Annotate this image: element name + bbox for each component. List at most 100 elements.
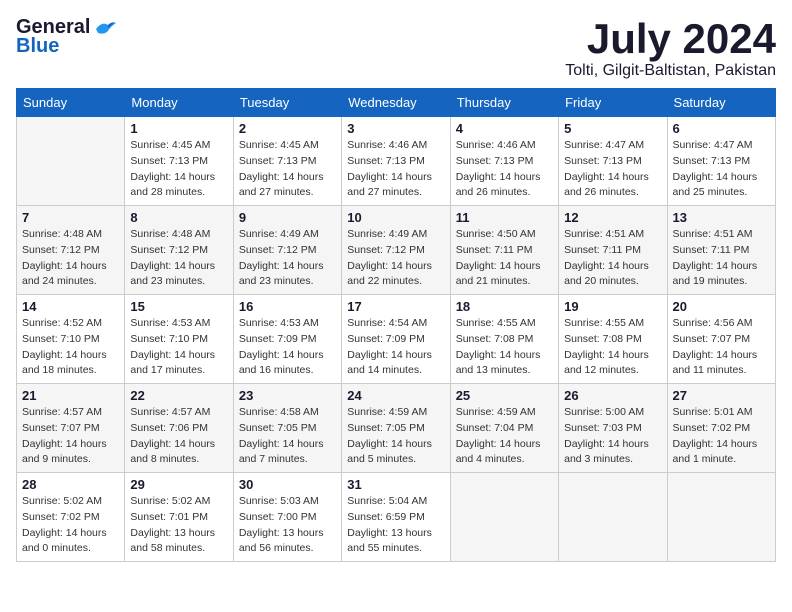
header-saturday: Saturday [667, 89, 775, 117]
day-number: 14 [22, 299, 119, 314]
header: General Blue July 2024 Tolti, Gilgit-Bal… [16, 16, 776, 80]
day-info: Sunrise: 4:59 AMSunset: 7:04 PMDaylight:… [456, 405, 553, 468]
calendar-cell: 5Sunrise: 4:47 AMSunset: 7:13 PMDaylight… [559, 117, 667, 206]
calendar-cell: 11Sunrise: 4:50 AMSunset: 7:11 PMDayligh… [450, 206, 558, 295]
day-number: 30 [239, 477, 336, 492]
header-wednesday: Wednesday [342, 89, 450, 117]
calendar-week-row: 1 Sunrise: 4:45 AMSunset: 7:13 PMDaylight… [17, 117, 776, 206]
day-number: 27 [673, 388, 770, 403]
day-info: Sunrise: 4:53 AMSunset: 7:09 PMDaylight:… [239, 316, 336, 379]
day-number: 20 [673, 299, 770, 314]
day-number: 2 [239, 121, 336, 136]
day-number: 6 [673, 121, 770, 136]
day-info: Sunrise: 4:45 AMSunset: 7:13 PMDaylight:… [130, 138, 227, 201]
day-number: 3 [347, 121, 444, 136]
header-monday: Monday [125, 89, 233, 117]
calendar-cell: 3 Sunrise: 4:46 AMSunset: 7:13 PMDaylight… [342, 117, 450, 206]
day-number: 5 [564, 121, 661, 136]
logo-bird-icon [94, 19, 116, 37]
calendar-cell: 20 Sunrise: 4:56 AMSunset: 7:07 PMDayligh… [667, 295, 775, 384]
day-number: 18 [456, 299, 553, 314]
day-info: Sunrise: 4:56 AMSunset: 7:07 PMDaylight:… [673, 316, 770, 379]
day-info: Sunrise: 5:01 AMSunset: 7:02 PMDaylight:… [673, 405, 770, 468]
location: Tolti, Gilgit-Baltistan, Pakistan [565, 62, 776, 80]
calendar-cell: 31 Sunrise: 5:04 AMSunset: 6:59 PMDayligh… [342, 473, 450, 562]
calendar-table: Sunday Monday Tuesday Wednesday Thursday… [16, 88, 776, 562]
calendar-week-row: 7Sunrise: 4:48 AMSunset: 7:12 PMDaylight… [17, 206, 776, 295]
weekday-header-row: Sunday Monday Tuesday Wednesday Thursday… [17, 89, 776, 117]
day-number: 31 [347, 477, 444, 492]
day-number: 15 [130, 299, 227, 314]
day-info: Sunrise: 4:54 AMSunset: 7:09 PMDaylight:… [347, 316, 444, 379]
header-tuesday: Tuesday [233, 89, 341, 117]
calendar-cell [17, 117, 125, 206]
logo-blue-text: Blue [16, 35, 59, 58]
day-number: 29 [130, 477, 227, 492]
calendar-cell: 2 Sunrise: 4:45 AMSunset: 7:13 PMDaylight… [233, 117, 341, 206]
calendar-cell [450, 473, 558, 562]
day-info: Sunrise: 5:02 AMSunset: 7:01 PMDaylight:… [130, 494, 227, 557]
day-info: Sunrise: 4:48 AMSunset: 7:12 PMDaylight:… [130, 227, 227, 290]
calendar-cell: 18Sunrise: 4:55 AMSunset: 7:08 PMDayligh… [450, 295, 558, 384]
day-info: Sunrise: 4:58 AMSunset: 7:05 PMDaylight:… [239, 405, 336, 468]
day-info: Sunrise: 4:51 AMSunset: 7:11 PMDaylight:… [564, 227, 661, 290]
calendar-cell: 25 Sunrise: 4:59 AMSunset: 7:04 PMDayligh… [450, 384, 558, 473]
calendar-cell: 8 Sunrise: 4:48 AMSunset: 7:12 PMDaylight… [125, 206, 233, 295]
calendar-cell: 15 Sunrise: 4:53 AMSunset: 7:10 PMDayligh… [125, 295, 233, 384]
calendar-cell: 9 Sunrise: 4:49 AMSunset: 7:12 PMDaylight… [233, 206, 341, 295]
calendar-week-row: 28Sunrise: 5:02 AMSunset: 7:02 PMDayligh… [17, 473, 776, 562]
day-info: Sunrise: 4:57 AMSunset: 7:07 PMDaylight:… [22, 405, 119, 468]
calendar-cell: 6Sunrise: 4:47 AMSunset: 7:13 PMDaylight… [667, 117, 775, 206]
day-info: Sunrise: 4:46 AMSunset: 7:13 PMDaylight:… [347, 138, 444, 201]
day-info: Sunrise: 4:48 AMSunset: 7:12 PMDaylight:… [22, 227, 119, 290]
day-number: 13 [673, 210, 770, 225]
calendar-cell: 27 Sunrise: 5:01 AMSunset: 7:02 PMDayligh… [667, 384, 775, 473]
day-number: 12 [564, 210, 661, 225]
day-number: 8 [130, 210, 227, 225]
header-thursday: Thursday [450, 89, 558, 117]
calendar-cell: 1 Sunrise: 4:45 AMSunset: 7:13 PMDaylight… [125, 117, 233, 206]
calendar-cell: 10 Sunrise: 4:49 AMSunset: 7:12 PMDayligh… [342, 206, 450, 295]
day-info: Sunrise: 4:46 AMSunset: 7:13 PMDaylight:… [456, 138, 553, 201]
day-number: 17 [347, 299, 444, 314]
day-info: Sunrise: 5:02 AMSunset: 7:02 PMDaylight:… [22, 494, 119, 557]
day-number: 26 [564, 388, 661, 403]
day-info: Sunrise: 5:04 AMSunset: 6:59 PMDaylight:… [347, 494, 444, 557]
calendar-cell: 29 Sunrise: 5:02 AMSunset: 7:01 PMDayligh… [125, 473, 233, 562]
calendar-cell: 7Sunrise: 4:48 AMSunset: 7:12 PMDaylight… [17, 206, 125, 295]
calendar-cell: 28Sunrise: 5:02 AMSunset: 7:02 PMDayligh… [17, 473, 125, 562]
calendar-cell: 4 Sunrise: 4:46 AMSunset: 7:13 PMDaylight… [450, 117, 558, 206]
day-info: Sunrise: 4:49 AMSunset: 7:12 PMDaylight:… [239, 227, 336, 290]
day-number: 9 [239, 210, 336, 225]
day-info: Sunrise: 4:49 AMSunset: 7:12 PMDaylight:… [347, 227, 444, 290]
calendar-cell: 17 Sunrise: 4:54 AMSunset: 7:09 PMDayligh… [342, 295, 450, 384]
calendar-cell [667, 473, 775, 562]
calendar-cell [559, 473, 667, 562]
calendar-cell: 21 Sunrise: 4:57 AMSunset: 7:07 PMDayligh… [17, 384, 125, 473]
calendar-cell: 12 Sunrise: 4:51 AMSunset: 7:11 PMDayligh… [559, 206, 667, 295]
header-sunday: Sunday [17, 89, 125, 117]
day-number: 1 [130, 121, 227, 136]
day-number: 21 [22, 388, 119, 403]
day-info: Sunrise: 4:51 AMSunset: 7:11 PMDaylight:… [673, 227, 770, 290]
day-number: 25 [456, 388, 553, 403]
day-info: Sunrise: 5:03 AMSunset: 7:00 PMDaylight:… [239, 494, 336, 557]
title-area: July 2024 Tolti, Gilgit-Baltistan, Pakis… [565, 16, 776, 80]
day-number: 11 [456, 210, 553, 225]
day-number: 16 [239, 299, 336, 314]
day-info: Sunrise: 4:52 AMSunset: 7:10 PMDaylight:… [22, 316, 119, 379]
day-number: 22 [130, 388, 227, 403]
calendar-cell: 14 Sunrise: 4:52 AMSunset: 7:10 PMDayligh… [17, 295, 125, 384]
calendar-cell: 16 Sunrise: 4:53 AMSunset: 7:09 PMDayligh… [233, 295, 341, 384]
day-info: Sunrise: 4:45 AMSunset: 7:13 PMDaylight:… [239, 138, 336, 201]
day-number: 10 [347, 210, 444, 225]
header-friday: Friday [559, 89, 667, 117]
calendar-cell: 26 Sunrise: 5:00 AMSunset: 7:03 PMDayligh… [559, 384, 667, 473]
day-info: Sunrise: 5:00 AMSunset: 7:03 PMDaylight:… [564, 405, 661, 468]
day-number: 19 [564, 299, 661, 314]
calendar-cell: 13 Sunrise: 4:51 AMSunset: 7:11 PMDayligh… [667, 206, 775, 295]
day-number: 4 [456, 121, 553, 136]
day-info: Sunrise: 4:53 AMSunset: 7:10 PMDaylight:… [130, 316, 227, 379]
calendar-cell: 30 Sunrise: 5:03 AMSunset: 7:00 PMDayligh… [233, 473, 341, 562]
day-info: Sunrise: 4:57 AMSunset: 7:06 PMDaylight:… [130, 405, 227, 468]
